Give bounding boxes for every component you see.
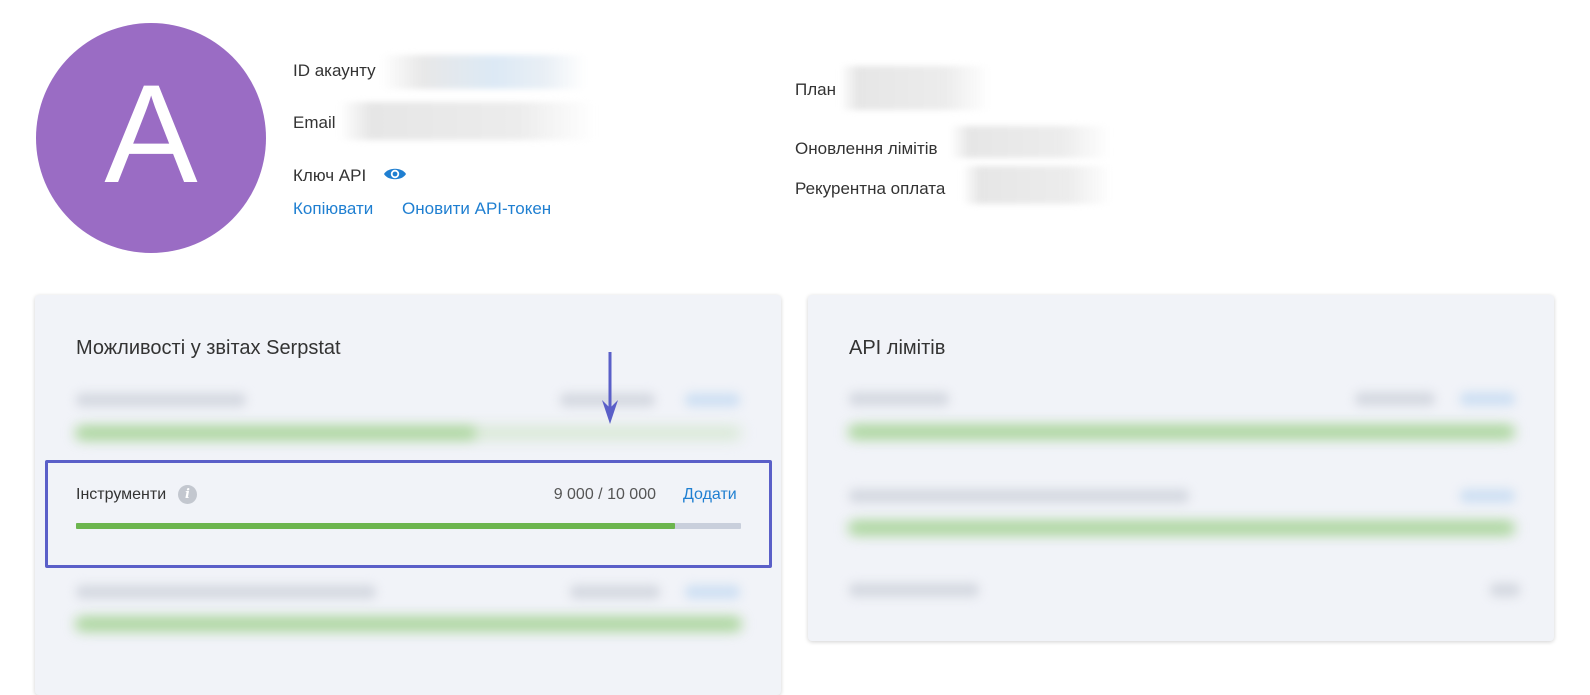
avatar-letter: A — [104, 55, 198, 212]
blurred-row-link — [685, 585, 740, 599]
reports-card-title: Можливості у звітах Serpstat — [76, 337, 341, 359]
tools-add-link[interactable]: Додати — [683, 486, 737, 504]
blurred-row-bar — [849, 522, 1514, 534]
tools-label: Інструменти — [76, 486, 167, 503]
api-card-title: API лімітів — [849, 337, 946, 359]
blurred-row-count — [570, 585, 660, 599]
recurring-payment-label: Рекурентна оплата — [795, 179, 946, 198]
recurring-payment-value-redacted — [962, 166, 1112, 204]
blurred-row-label — [849, 392, 949, 406]
blurred-row-label — [849, 489, 1189, 503]
refresh-api-token-link[interactable]: Оновити API-токен — [402, 199, 551, 219]
arrow-down-icon — [602, 352, 618, 424]
account-id-label: ID акаунту — [293, 61, 376, 80]
blurred-row-link — [1460, 489, 1515, 503]
blurred-row-bar — [76, 427, 476, 439]
blurred-row-label — [849, 583, 979, 597]
blurred-row-label — [76, 393, 246, 407]
eye-icon[interactable] — [383, 166, 407, 182]
info-icon[interactable]: i — [178, 485, 197, 504]
blurred-row-bar — [849, 426, 1514, 438]
blurred-row-link — [685, 393, 740, 407]
api-key-label: Ключ API — [293, 166, 367, 185]
tools-row-highlight — [45, 460, 772, 568]
plan-label: План — [795, 80, 836, 99]
blurred-row-label — [76, 585, 376, 599]
tools-progress-track — [76, 523, 741, 529]
limits-update-label: Оновлення лімітів — [795, 139, 938, 158]
email-label: Email — [293, 113, 336, 132]
tools-progress-fill — [76, 523, 675, 529]
limits-update-value-redacted — [950, 126, 1110, 158]
blurred-row-count — [1355, 392, 1435, 406]
blurred-row-bar — [76, 618, 741, 630]
account-id-value-redacted — [381, 55, 586, 89]
tools-count: 9 000 / 10 000 — [553, 486, 656, 503]
avatar: A — [36, 23, 266, 253]
copy-api-key-link[interactable]: Копіювати — [293, 199, 373, 219]
blurred-row-count — [1490, 583, 1520, 597]
email-value-redacted — [340, 102, 595, 140]
blurred-row-link — [1460, 392, 1515, 406]
plan-value-redacted — [840, 66, 990, 110]
